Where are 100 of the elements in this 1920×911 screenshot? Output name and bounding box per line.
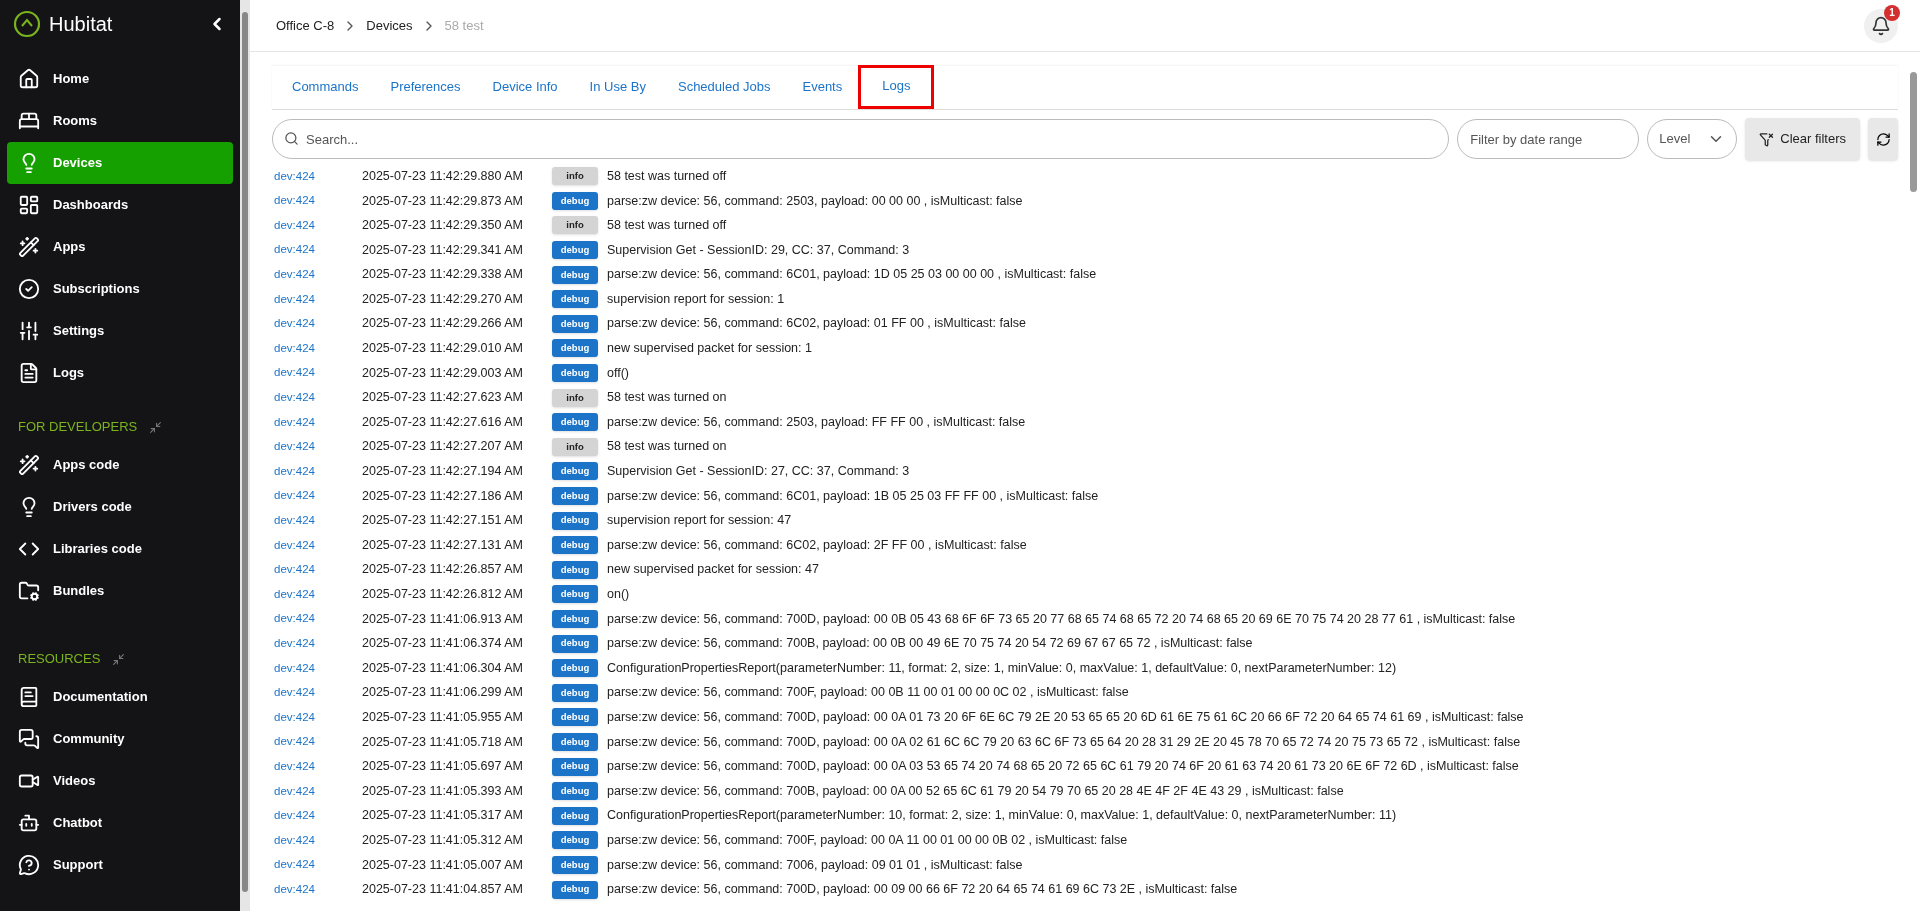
level-badge: debug [552,413,598,432]
log-message: parse:zw device: 56, command: 700F, payload: 00 0B 11 00 01 00 00 0C 02 , isMulticast: false [607,684,1129,702]
device-link[interactable]: dev:424 [272,807,362,825]
nav-item[interactable]: Dashboards [7,184,233,226]
timestamp: 2025-07-23 11:42:26.857 AM [362,561,524,579]
log-message: parse:zw device: 56, command: 6C01, payload: 1D 05 25 03 00 00 00 , isMulticast: false [607,266,1097,284]
nav-item[interactable]: Libraries code [7,528,233,570]
refresh-button[interactable] [1868,118,1898,160]
level-badge: debug [552,634,598,653]
nav-item[interactable]: Home [7,58,233,100]
log-message: parse:zw device: 56, command: 700D, payload: 00 0A 03 53 65 74 20 74 68 65 20 72 65 6C 61 79 20 74 6F 20 61 63 74 20 61 73 20 6E 6F 72 6D , isMulticast: false [607,758,1519,776]
nav-item[interactable]: Documentation [7,676,233,718]
timestamp: 2025-07-23 11:42:29.270 AM [362,290,524,308]
device-link[interactable]: dev:424 [272,831,362,849]
folder-icon [18,580,40,602]
notification-button[interactable]: 1 [1864,8,1898,43]
level-badge: debug [552,314,598,333]
nav-item[interactable]: Support [7,844,233,886]
tab[interactable]: Events [786,65,859,109]
section-title: FOR DEVELOPERS [18,418,138,437]
timestamp: 2025-07-23 11:41:05.718 AM [362,733,524,751]
timestamp: 2025-07-23 11:41:05.312 AM [362,831,524,849]
scrollbar-thumb[interactable] [242,12,248,892]
breadcrumb-item[interactable]: Devices [366,15,413,36]
search-icon [284,131,299,146]
nav-item[interactable]: Devices [7,142,233,184]
log-message: ConfigurationPropertiesReport(parameterNumber: 10, format: 2, size: 1, minValue: 0, maxValue: 1, defaultValue: 0, nextParameterNumber: 11) [607,807,1397,825]
level-badge: debug [552,364,598,383]
device-link[interactable]: dev:424 [272,659,362,677]
nav-item[interactable]: Videos [7,760,233,802]
log-message: parse:zw device: 56, command: 7006, payload: 09 01 01 , isMulticast: false [607,856,1023,874]
tab[interactable]: Preferences [374,65,477,109]
timestamp: 2025-07-23 11:42:29.003 AM [362,364,524,382]
tab[interactable]: Device Info [476,65,574,109]
log-message: parse:zw device: 56, command: 700D, payload: 00 0A 01 73 20 6F 6E 6C 79 2E 20 53 65 65 20 6D 61 6E 75 61 6C 20 66 6F 72 20 64 65 74 61 69 , isMulticast: false [607,709,1524,726]
level-badge: debug [552,806,598,825]
device-link[interactable]: dev:424 [272,708,362,726]
tab[interactable]: Scheduled Jobs [661,65,787,109]
nav-item[interactable]: Settings [7,310,233,352]
magic-wand-icon [18,236,40,258]
device-link[interactable]: dev:424 [272,757,362,776]
scrollbar-thumb[interactable] [1909,72,1917,192]
device-link[interactable]: dev:424 [272,585,362,603]
device-link[interactable]: dev:424 [272,167,362,185]
nav-item[interactable]: Apps code [7,444,233,486]
device-link[interactable]: dev:424 [272,684,362,702]
nav-item[interactable]: Chatbot [7,802,233,844]
device-link[interactable]: dev:424 [272,782,362,800]
timestamp: 2025-07-23 11:41:05.955 AM [362,709,524,726]
timestamp: 2025-07-23 11:42:27.131 AM [362,536,524,554]
device-link[interactable]: dev:424 [272,266,362,284]
nav-item[interactable]: Subscriptions [7,268,233,310]
level-badge: info [552,216,598,235]
nav-item[interactable]: Bundles [7,570,233,612]
log-message: new supervised packet for session: 47 [607,561,819,579]
device-link[interactable]: dev:424 [272,536,362,554]
filter-icon [1759,131,1775,147]
device-link[interactable]: dev:424 [272,339,362,358]
tab[interactable]: In Use By [573,65,662,109]
device-link[interactable]: dev:424 [272,192,362,210]
device-link[interactable]: dev:424 [272,561,362,579]
clear-filters-button[interactable]: Clear filters [1745,118,1860,160]
search-field[interactable]: Search... [272,119,1450,159]
device-link[interactable]: dev:424 [272,880,362,899]
device-link[interactable]: dev:424 [272,856,362,874]
dashboard-icon [18,194,40,216]
device-link[interactable]: dev:424 [272,487,362,505]
nav-item[interactable]: Community [7,718,233,760]
breadcrumb-item[interactable]: Office C-8 [276,15,335,36]
level-badge: debug [552,290,598,309]
level-badge: debug [552,511,598,530]
device-link[interactable]: dev:424 [272,364,362,382]
timestamp: 2025-07-23 11:42:27.616 AM [362,413,524,431]
nav-item[interactable]: Logs [7,352,233,394]
date-range-field[interactable]: Filter by date range [1457,119,1640,159]
log-message: parse:zw device: 56, command: 700F, payload: 00 0A 11 00 01 00 00 0B 02 , isMulticast: false [607,831,1128,849]
device-link[interactable]: dev:424 [272,634,362,653]
device-link[interactable]: dev:424 [272,462,362,481]
tab[interactable]: Commands [276,65,375,109]
device-link[interactable]: dev:424 [272,733,362,751]
timestamp: 2025-07-23 11:41:05.697 AM [362,758,524,776]
level-badge: debug [552,487,598,505]
nav-item[interactable]: Drivers code [7,486,233,528]
device-link[interactable]: dev:424 [272,512,362,530]
refresh-icon [1875,131,1891,147]
device-link[interactable]: dev:424 [272,315,362,333]
nav-item[interactable]: Rooms [7,100,233,142]
device-link[interactable]: dev:424 [272,216,362,235]
device-link[interactable]: dev:424 [272,290,362,308]
device-link[interactable]: dev:424 [272,389,362,407]
device-link[interactable]: dev:424 [272,413,362,431]
device-link[interactable]: dev:424 [272,610,362,628]
nav-item[interactable]: Apps [7,226,233,268]
tab[interactable]: Logs [858,65,935,109]
device-link[interactable]: dev:424 [272,438,362,456]
document-icon [18,362,40,384]
timestamp: 2025-07-23 11:42:27.151 AM [362,512,524,530]
device-link[interactable]: dev:424 [272,241,362,259]
log-message: parse:zw device: 56, command: 6C01, payload: 1B 05 25 03 FF FF 00 , isMulticast: false [607,487,1099,505]
breadcrumb-item: 58 test [444,16,484,35]
